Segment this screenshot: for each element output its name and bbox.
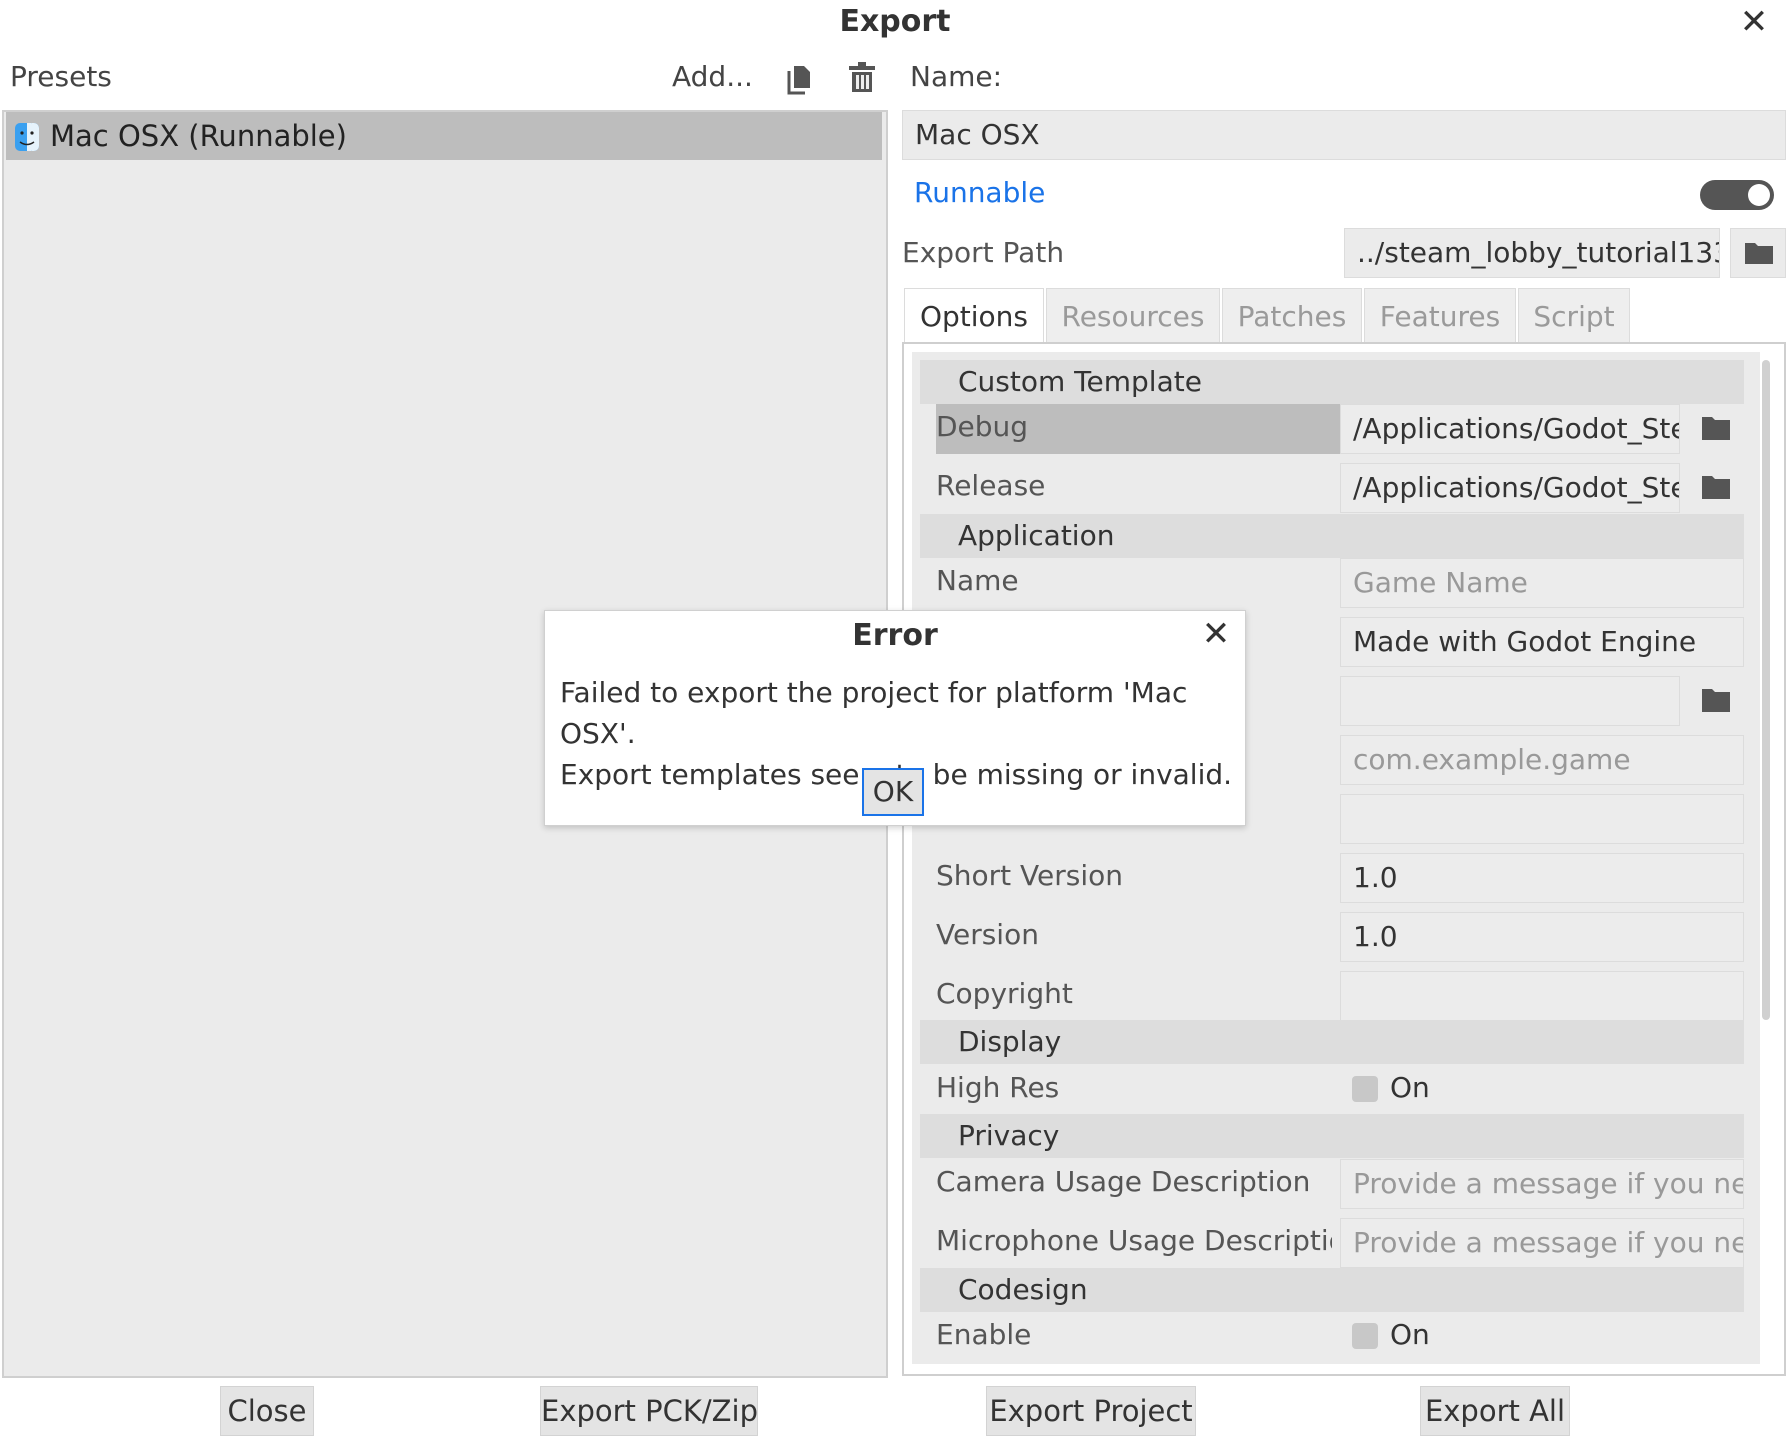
finder-icon [14, 122, 40, 152]
preset-name-input[interactable]: Mac OSX [902, 110, 1786, 160]
tab-patches[interactable]: Patches [1222, 288, 1362, 344]
tab-options[interactable]: Options [904, 288, 1044, 344]
copyright-label: Copyright [936, 977, 1073, 1010]
export-project-button[interactable]: Export Project [986, 1386, 1196, 1436]
close-icon[interactable]: ✕ [1736, 4, 1772, 40]
version-label: Version [936, 918, 1039, 951]
short-version-input[interactable]: 1.0 [1340, 853, 1744, 903]
duplicate-icon[interactable] [780, 58, 820, 98]
preset-item-label: Mac OSX (Runnable) [50, 119, 347, 153]
section-application[interactable]: Application [920, 514, 1744, 558]
camera-usage-label: Camera Usage Description [936, 1165, 1311, 1198]
tab-resources[interactable]: Resources [1046, 288, 1220, 344]
runnable-label: Runnable [914, 176, 1046, 209]
section-codesign[interactable]: Codesign [920, 1268, 1744, 1312]
high-res-checkbox[interactable] [1352, 1076, 1378, 1102]
microphone-usage-label: Microphone Usage Descriptio [936, 1224, 1332, 1257]
folder-icon [1745, 243, 1773, 264]
tab-script[interactable]: Script [1518, 288, 1630, 344]
codesign-enable-check-label: On [1390, 1318, 1430, 1351]
presets-label: Presets [10, 60, 112, 93]
close-icon[interactable]: ✕ [1196, 614, 1236, 654]
options-scrollbar[interactable] [1762, 360, 1770, 1020]
debug-template-input[interactable]: /Applications/Godot_Ste [1340, 404, 1680, 454]
app-name-label: Name [936, 564, 1019, 597]
short-version-label: Short Version [936, 859, 1124, 892]
window-title: Export [839, 4, 951, 39]
folder-icon[interactable] [1696, 470, 1736, 506]
high-res-check-label: On [1390, 1071, 1430, 1104]
close-button[interactable]: Close [220, 1386, 314, 1436]
export-path-browse-button[interactable] [1730, 228, 1786, 278]
app-info-input[interactable]: Made with Godot Engine [1340, 617, 1744, 667]
export-path-label: Export Path [902, 236, 1065, 269]
app-icon-input[interactable] [1340, 676, 1680, 726]
codesign-enable-checkbox[interactable] [1352, 1323, 1378, 1349]
signature-input[interactable] [1340, 794, 1744, 844]
release-label: Release [936, 469, 1046, 502]
error-dialog-title: Error [852, 618, 938, 653]
high-res-label: High Res [936, 1071, 1060, 1104]
microphone-usage-input[interactable]: Provide a message if you nee [1340, 1218, 1744, 1268]
export-pck-zip-button[interactable]: Export PCK/Zip [540, 1386, 758, 1436]
app-identifier-input[interactable]: com.example.game [1340, 735, 1744, 785]
copyright-input[interactable] [1340, 971, 1744, 1021]
ok-button[interactable]: OK [862, 768, 924, 816]
codesign-enable-label: Enable [936, 1318, 1032, 1351]
folder-icon[interactable] [1696, 683, 1736, 719]
toggle-knob [1748, 184, 1770, 206]
camera-usage-input[interactable]: Provide a message if you nee [1340, 1159, 1744, 1209]
folder-icon[interactable] [1696, 411, 1736, 447]
export-all-button[interactable]: Export All [1420, 1386, 1570, 1436]
trash-icon[interactable] [842, 58, 882, 98]
error-message-line-1: Failed to export the project for platfor… [560, 676, 1188, 750]
tab-features[interactable]: Features [1364, 288, 1516, 344]
add-preset-button[interactable]: Add... [672, 60, 753, 93]
section-display[interactable]: Display [920, 1020, 1744, 1064]
name-label: Name: [910, 60, 1003, 93]
section-custom-template[interactable]: Custom Template [920, 360, 1744, 404]
release-template-input[interactable]: /Applications/Godot_Ste [1340, 463, 1680, 513]
app-name-input[interactable]: Game Name [1340, 558, 1744, 608]
version-input[interactable]: 1.0 [1340, 912, 1744, 962]
debug-label: Debug [936, 410, 1029, 443]
export-path-input[interactable]: ../steam_lobby_tutorial133 [1344, 228, 1720, 278]
section-privacy[interactable]: Privacy [920, 1114, 1744, 1158]
